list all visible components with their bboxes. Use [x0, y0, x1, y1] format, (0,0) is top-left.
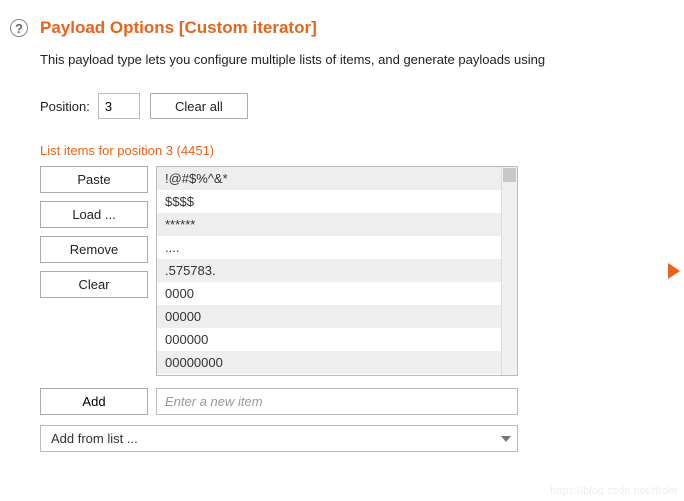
section-description: This payload type lets you configure mul…: [40, 52, 684, 67]
section-title: Payload Options [Custom iterator]: [40, 18, 317, 38]
list-item[interactable]: !@#$%^&*: [157, 167, 517, 190]
listbox-scrollbar[interactable]: [501, 167, 517, 375]
list-item[interactable]: ....: [157, 236, 517, 259]
load-button[interactable]: Load ...: [40, 201, 148, 228]
list-item[interactable]: 000000: [157, 328, 517, 351]
list-item[interactable]: 00000000: [157, 351, 517, 374]
paste-button[interactable]: Paste: [40, 166, 148, 193]
add-from-list-dropdown[interactable]: Add from list ...: [40, 425, 518, 452]
list-item[interactable]: 0000: [157, 282, 517, 305]
chevron-down-icon: [501, 436, 511, 442]
list-item[interactable]: 00000: [157, 305, 517, 328]
position-input[interactable]: [98, 93, 140, 119]
clear-all-button[interactable]: Clear all: [150, 93, 248, 119]
scrollbar-thumb[interactable]: [503, 168, 516, 182]
add-button[interactable]: Add: [40, 388, 148, 415]
list-item[interactable]: $$$$: [157, 190, 517, 213]
list-items-label: List items for position 3 (4451): [40, 143, 684, 158]
add-item-input[interactable]: [156, 388, 518, 415]
help-glyph: ?: [15, 21, 23, 36]
clear-button[interactable]: Clear: [40, 271, 148, 298]
list-item[interactable]: .575783.: [157, 259, 517, 282]
list-item[interactable]: 0000001: [157, 374, 517, 376]
items-listbox[interactable]: !@#$%^&* $$$$ ****** .... .575783. 0000 …: [156, 166, 518, 376]
items-list-rows: !@#$%^&* $$$$ ****** .... .575783. 0000 …: [157, 167, 517, 376]
next-position-arrow-icon[interactable]: [668, 263, 680, 279]
watermark-text: https://blog.csdn.net/rfrder: [550, 485, 678, 497]
help-icon[interactable]: ?: [10, 19, 28, 37]
list-item[interactable]: ******: [157, 213, 517, 236]
remove-button[interactable]: Remove: [40, 236, 148, 263]
dropdown-label: Add from list ...: [51, 431, 138, 446]
position-label: Position:: [40, 99, 90, 114]
